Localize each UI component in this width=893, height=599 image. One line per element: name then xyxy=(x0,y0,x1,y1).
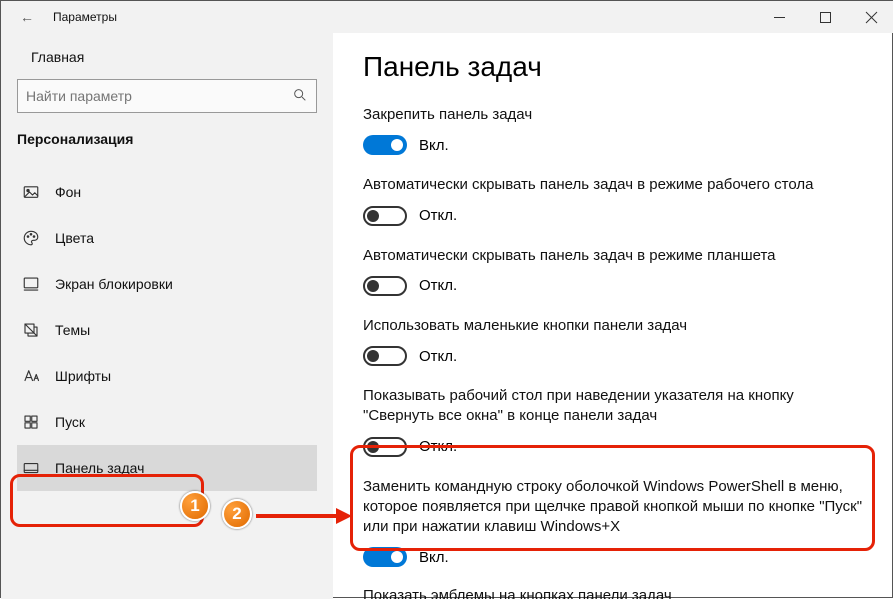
sidebar-item-label: Темы xyxy=(55,322,90,338)
setting-label: Показывать рабочий стол при наведении ук… xyxy=(363,386,864,427)
setting-lock-taskbar: Закрепить панель задач Вкл. xyxy=(363,105,864,155)
toggle-state: Вкл. xyxy=(419,137,449,154)
titlebar: ← Параметры xyxy=(1,1,893,33)
sidebar-item-label: Шрифты xyxy=(55,368,111,384)
sidebar-item-label: Цвета xyxy=(55,230,94,246)
window-controls xyxy=(756,1,893,33)
setting-small-buttons: Использовать маленькие кнопки панели зад… xyxy=(363,316,864,366)
page-title: Панель задач xyxy=(363,51,864,83)
toggle-small-buttons[interactable] xyxy=(363,346,407,366)
setting-peek-desktop: Показывать рабочий стол при наведении ук… xyxy=(363,386,864,457)
partial-setting-label: Показать эмблемы на кнопках панели задач xyxy=(363,587,864,599)
setting-autohide-tablet: Автоматически скрывать панель задач в ре… xyxy=(363,246,864,296)
back-button[interactable]: ← xyxy=(15,9,39,25)
window-title: Параметры xyxy=(53,10,117,24)
sidebar-item-background[interactable]: Фон xyxy=(17,169,317,215)
setting-powershell: Заменить командную строку оболочкой Wind… xyxy=(363,477,864,568)
sidebar-item-start[interactable]: Пуск xyxy=(17,399,317,445)
setting-label: Использовать маленькие кнопки панели зад… xyxy=(363,316,864,336)
taskbar-icon xyxy=(21,458,41,478)
sidebar-item-colors[interactable]: Цвета xyxy=(17,215,317,261)
toggle-powershell[interactable] xyxy=(363,547,407,567)
setting-label: Автоматически скрывать панель задач в ре… xyxy=(363,246,864,266)
setting-label: Заменить командную строку оболочкой Wind… xyxy=(363,477,864,538)
toggle-lock-taskbar[interactable] xyxy=(363,135,407,155)
setting-label: Закрепить панель задач xyxy=(363,105,864,125)
main-panel: Панель задач Закрепить панель задач Вкл.… xyxy=(333,33,893,599)
minimize-button[interactable] xyxy=(756,1,802,33)
toggle-state: Откл. xyxy=(419,277,457,294)
setting-label: Автоматически скрывать панель задач в ре… xyxy=(363,175,864,195)
sidebar-item-home[interactable]: Главная xyxy=(17,43,317,79)
sidebar-item-fonts[interactable]: Шрифты xyxy=(17,353,317,399)
sidebar-item-label: Фон xyxy=(55,184,81,200)
search-icon xyxy=(292,87,308,106)
sidebar-item-label: Экран блокировки xyxy=(55,276,173,292)
sidebar-item-label: Главная xyxy=(31,49,84,65)
search-field[interactable] xyxy=(26,88,292,104)
search-input[interactable] xyxy=(17,79,317,113)
toggle-state: Откл. xyxy=(419,207,457,224)
image-icon xyxy=(21,182,41,202)
toggle-autohide-desktop[interactable] xyxy=(363,206,407,226)
sidebar-section-header: Персонализация xyxy=(17,131,317,147)
sidebar-item-taskbar[interactable]: Панель задач xyxy=(17,445,317,491)
start-icon xyxy=(21,412,41,432)
lockscreen-icon xyxy=(21,274,41,294)
close-button[interactable] xyxy=(848,1,893,33)
sidebar-item-themes[interactable]: Темы xyxy=(17,307,317,353)
toggle-state: Откл. xyxy=(419,438,457,455)
sidebar-item-label: Панель задач xyxy=(55,460,144,476)
sidebar-item-lockscreen[interactable]: Экран блокировки xyxy=(17,261,317,307)
fonts-icon xyxy=(21,366,41,386)
setting-autohide-desktop: Автоматически скрывать панель задач в ре… xyxy=(363,175,864,225)
sidebar: Главная Персонализация Фон Цвета Экран б… xyxy=(1,33,333,599)
toggle-peek-desktop[interactable] xyxy=(363,437,407,457)
palette-icon xyxy=(21,228,41,248)
toggle-state: Вкл. xyxy=(419,549,449,566)
toggle-autohide-tablet[interactable] xyxy=(363,276,407,296)
maximize-button[interactable] xyxy=(802,1,848,33)
themes-icon xyxy=(21,320,41,340)
toggle-state: Откл. xyxy=(419,348,457,365)
sidebar-item-label: Пуск xyxy=(55,414,85,430)
